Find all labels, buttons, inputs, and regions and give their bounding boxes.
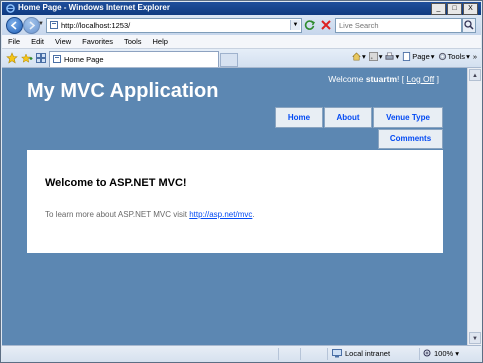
history-dropdown-icon[interactable]: ▼ xyxy=(38,21,44,27)
page-menu-icon xyxy=(403,52,411,61)
page-menu-label: Page xyxy=(412,52,430,61)
home-icon xyxy=(352,52,361,61)
intro-period: . xyxy=(252,210,255,219)
scroll-down-icon[interactable]: ▼ xyxy=(469,332,481,344)
back-button[interactable] xyxy=(6,17,23,34)
vertical-scrollbar[interactable]: ▲ ▼ xyxy=(467,68,482,345)
site-title: My MVC Application xyxy=(27,80,219,102)
zone-label: Local intranet xyxy=(345,349,391,358)
back-arrow-icon xyxy=(10,21,17,30)
address-row: ▼ http://localhost:1253/ ▼ xyxy=(2,15,481,35)
intro-label: To learn more about ASP.NET MVC visit xyxy=(45,210,190,219)
favorites-star-icon[interactable] xyxy=(6,52,18,64)
feeds-button[interactable]: ▾ xyxy=(368,52,382,61)
intro-text: To learn more about ASP.NET MVC visit ht… xyxy=(45,210,255,219)
home-button[interactable]: ▾ xyxy=(352,52,366,61)
login-display: Welcome stuartm! [ Log Off ] xyxy=(328,74,439,84)
search-box[interactable] xyxy=(335,18,462,33)
menu-file[interactable]: File xyxy=(2,35,25,48)
menu-tools[interactable]: Tools xyxy=(118,35,147,48)
title-bar: Home Page - Windows Internet Explorer _ … xyxy=(2,2,481,15)
command-bar: ▾ ▾ ▾ Page ▾ Tools ▾ » xyxy=(352,52,477,61)
close-button[interactable]: X xyxy=(463,3,478,15)
status-divider xyxy=(419,348,420,360)
page-icon xyxy=(50,21,58,29)
search-input[interactable] xyxy=(336,19,460,32)
main-content: Welcome to ASP.NET MVC! To learn more ab… xyxy=(27,150,443,253)
forward-arrow-icon xyxy=(29,21,36,30)
address-field[interactable]: http://localhost:1253/ ▼ xyxy=(46,18,302,33)
rss-icon xyxy=(368,52,378,61)
tab-row: Home Page ▾ ▾ ▾ Page ▾ Tools ▾ » xyxy=(2,49,481,68)
url-text: http://localhost:1253/ xyxy=(61,21,131,30)
add-favorites-icon[interactable] xyxy=(21,53,33,64)
quick-tabs-icon[interactable] xyxy=(36,53,46,63)
status-divider xyxy=(300,348,301,360)
tab-home-page[interactable]: Home Page xyxy=(49,51,219,67)
status-divider xyxy=(327,348,328,360)
nav-about[interactable]: About xyxy=(324,107,372,128)
browser-window: Home Page - Windows Internet Explorer _ … xyxy=(0,0,483,363)
refresh-icon[interactable] xyxy=(304,19,316,31)
magnifier-icon xyxy=(464,20,474,30)
page-icon xyxy=(53,55,61,63)
page-heading: Welcome to ASP.NET MVC! xyxy=(45,177,187,189)
page-viewport: My MVC Application Welcome stuartm! [ Lo… xyxy=(2,68,467,345)
page-menu[interactable]: Page ▾ xyxy=(402,52,435,61)
tools-menu-label: Tools xyxy=(447,52,466,61)
new-tab-button[interactable] xyxy=(220,53,238,67)
zoom-control[interactable]: 100% ▾ xyxy=(423,349,459,358)
ie-logo-icon xyxy=(6,4,15,13)
tab-label: Home Page xyxy=(64,55,104,64)
nav-venue-type[interactable]: Venue Type xyxy=(373,107,443,128)
nav-comments[interactable]: Comments xyxy=(378,129,443,149)
zoom-level: 100% xyxy=(434,349,454,358)
menu-help[interactable]: Help xyxy=(147,35,173,48)
printer-icon xyxy=(385,52,395,60)
security-zone[interactable]: Local intranet xyxy=(332,349,390,358)
menu-view[interactable]: View xyxy=(49,35,76,48)
nav-home[interactable]: Home xyxy=(275,107,323,128)
gear-icon xyxy=(438,52,446,61)
menu-favorites[interactable]: Favorites xyxy=(76,35,118,48)
welcome-text: Welcome xyxy=(328,74,364,84)
tools-menu[interactable]: Tools ▾ xyxy=(438,52,470,61)
chevron-more-icon[interactable]: » xyxy=(473,52,477,61)
stop-icon[interactable] xyxy=(320,19,332,31)
maximize-button[interactable]: □ xyxy=(447,3,462,15)
zoom-icon xyxy=(423,349,431,357)
login-bracket-open: ! [ xyxy=(397,74,405,84)
logoff-link[interactable]: Log Off xyxy=(407,74,435,84)
status-bar: Local intranet 100% ▾ xyxy=(2,345,481,362)
search-button[interactable] xyxy=(462,18,476,33)
minimize-button[interactable]: _ xyxy=(431,3,446,15)
window-title: Home Page - Windows Internet Explorer xyxy=(18,3,170,12)
intranet-icon xyxy=(332,349,342,358)
login-bracket-close: ] xyxy=(436,74,439,84)
username: stuartm xyxy=(365,74,398,84)
status-divider xyxy=(278,348,279,360)
address-dropdown-icon[interactable]: ▼ xyxy=(290,20,300,30)
asp-net-mvc-link[interactable]: http://asp.net/mvc xyxy=(189,210,252,219)
menu-bar: File Edit View Favorites Tools Help xyxy=(2,35,481,49)
menu-edit[interactable]: Edit xyxy=(25,35,49,48)
scroll-up-icon[interactable]: ▲ xyxy=(469,69,481,81)
print-button[interactable]: ▾ xyxy=(385,52,399,61)
